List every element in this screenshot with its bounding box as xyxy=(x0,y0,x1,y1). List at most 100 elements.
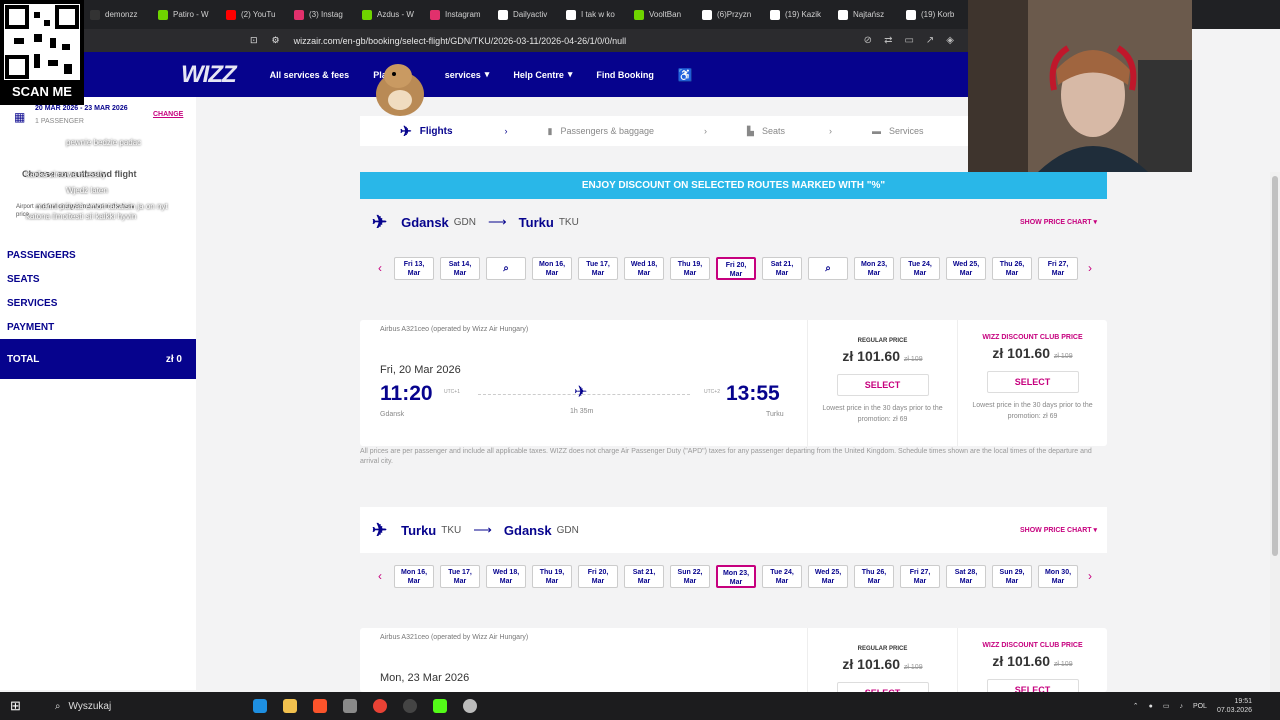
select-regular-button[interactable]: SELECT xyxy=(836,374,929,396)
app-icon[interactable] xyxy=(342,699,357,713)
date-option[interactable]: Thu 26, Mar xyxy=(854,564,894,588)
block-icon[interactable]: ⊘ xyxy=(864,35,872,46)
browser-tab[interactable]: Instagram xyxy=(424,4,490,26)
accessibility-icon[interactable]: ♿ xyxy=(678,68,693,82)
date-option[interactable]: Sat 21, Mar xyxy=(762,256,802,280)
chevron-up-icon[interactable]: ⌃ xyxy=(1133,702,1139,710)
prev-dates-button[interactable]: ‹ xyxy=(370,569,390,583)
date-option[interactable]: Mon 16, Mar xyxy=(394,564,434,588)
browser-tab[interactable]: (19) Korb xyxy=(900,4,966,26)
file-explorer-icon[interactable] xyxy=(282,699,297,713)
price-note: All prices are per passenger and include… xyxy=(360,448,1092,465)
date-option[interactable]: Fri 13, Mar xyxy=(394,256,434,280)
chrome-icon[interactable] xyxy=(372,699,387,713)
scan-me-label: SCAN ME xyxy=(12,84,72,99)
sidebar-passengers-section[interactable]: PASSENGERS xyxy=(7,250,76,261)
search-date-icon[interactable]: ⌕ xyxy=(486,256,526,280)
microphone-icon[interactable]: ● xyxy=(1149,703,1153,710)
date-option[interactable]: Sat 14, Mar xyxy=(440,256,480,280)
wizz-logo[interactable]: WIZZ xyxy=(181,61,237,89)
nav-all-services[interactable]: All services & fees xyxy=(270,70,350,80)
date-option[interactable]: Tue 17, Mar xyxy=(578,256,618,280)
date-option[interactable]: Tue 24, Mar xyxy=(900,256,940,280)
date-option[interactable]: Mon 16, Mar xyxy=(532,256,572,280)
date-option[interactable]: Wed 25, Mar xyxy=(946,256,986,280)
site-settings-icon[interactable]: ⚙ xyxy=(272,35,280,46)
step-flights[interactable]: ✈ Flights xyxy=(400,123,453,140)
nav-help-centre[interactable]: Help Centre ▾ xyxy=(513,69,572,80)
date-option[interactable]: Sat 21, Mar xyxy=(624,564,664,588)
browser-tab[interactable]: (2) YouTu xyxy=(220,4,286,26)
brave-shield-icon[interactable]: ◈ xyxy=(946,35,954,46)
taskbar-search[interactable]: ⌕ Wyszukaj xyxy=(55,695,245,717)
date-option[interactable]: Wed 18, Mar xyxy=(486,564,526,588)
date-option[interactable]: Thu 19, Mar xyxy=(532,564,572,588)
date-option[interactable]: Wed 18, Mar xyxy=(624,256,664,280)
nav-find-booking[interactable]: Find Booking xyxy=(596,70,654,80)
sidebar-services-section[interactable]: SERVICES xyxy=(7,298,57,309)
url-text[interactable]: wizzair.com/en-gb/booking/select-flight/… xyxy=(294,36,627,46)
browser-tab[interactable]: (3) Instag xyxy=(288,4,354,26)
date-option[interactable]: Tue 24, Mar xyxy=(762,564,802,588)
date-option[interactable]: Sun 22, Mar xyxy=(670,564,710,588)
brave-icon[interactable] xyxy=(312,699,327,713)
date-option[interactable]: Tue 17, Mar xyxy=(440,564,480,588)
date-option[interactable]: Fri 20, Mar xyxy=(716,256,756,280)
windows-start-icon[interactable]: ⊞ xyxy=(10,698,21,714)
browser-tab[interactable]: Dailyactiv xyxy=(492,4,558,26)
step-passengers[interactable]: ▮ Passengers & baggage xyxy=(548,126,655,137)
browser-tab[interactable]: (6)Przyzn xyxy=(696,4,762,26)
clock[interactable]: 19:51 07.03.2026 xyxy=(1217,697,1252,715)
app-icon[interactable] xyxy=(462,699,477,713)
next-dates-button[interactable]: › xyxy=(1080,261,1100,275)
date-option[interactable]: Thu 19, Mar xyxy=(670,256,710,280)
share-icon[interactable]: ↗ xyxy=(926,35,934,46)
browser-tab[interactable]: Najtańsz xyxy=(832,4,898,26)
edge-icon[interactable] xyxy=(252,699,267,713)
address-bar[interactable]: ⊡ ⚙ wizzair.com/en-gb/booking/select-fli… xyxy=(0,29,968,52)
browser-tab[interactable]: Patiro - W xyxy=(152,4,218,26)
date-option[interactable]: Sat 28, Mar xyxy=(946,564,986,588)
translate-icon[interactable]: ⇄ xyxy=(884,35,892,46)
date-day: Fri 20, xyxy=(587,568,609,576)
nav-services[interactable]: services ▾ xyxy=(445,69,490,80)
screen-icon[interactable]: ▭ xyxy=(904,35,913,46)
date-option[interactable]: Mon 23, Mar xyxy=(854,256,894,280)
old-price: zł 109 xyxy=(903,664,923,671)
select-club-button[interactable]: SELECT xyxy=(986,371,1079,393)
show-price-chart-link[interactable]: SHOW PRICE CHART ▾ xyxy=(1020,218,1097,226)
step-seats[interactable]: ▙ Seats xyxy=(747,126,785,137)
obs-icon[interactable] xyxy=(402,699,417,713)
select-club-button[interactable]: SELECT xyxy=(986,679,1079,692)
volume-icon[interactable]: ♪ xyxy=(1179,703,1183,710)
date-option[interactable]: Sun 29, Mar xyxy=(992,564,1032,588)
select-regular-button[interactable]: SELECT xyxy=(836,682,929,692)
date-option[interactable]: Mon 30, Mar xyxy=(1038,564,1078,588)
bookmark-icon[interactable]: ⊡ xyxy=(250,35,258,46)
step-services[interactable]: ▬ Services xyxy=(872,126,924,136)
scrollbar[interactable] xyxy=(1270,172,1280,692)
browser-tab[interactable]: (19) Kazik xyxy=(764,4,830,26)
scrollbar-thumb[interactable] xyxy=(1272,176,1278,556)
browser-tab[interactable]: I tak w ko xyxy=(560,4,626,26)
date-option[interactable]: Fri 20, Mar xyxy=(578,564,618,588)
language-indicator[interactable]: POL xyxy=(1193,703,1207,710)
search-date-icon[interactable]: ⌕ xyxy=(808,256,848,280)
date-option[interactable]: Mon 23, Mar xyxy=(716,564,756,588)
change-button[interactable]: CHANGE xyxy=(153,111,183,118)
date-option[interactable]: Thu 26, Mar xyxy=(992,256,1032,280)
prev-dates-button[interactable]: ‹ xyxy=(370,261,390,275)
sidebar-seats-section[interactable]: SEATS xyxy=(7,274,40,285)
browser-tab[interactable]: VooltBan xyxy=(628,4,694,26)
next-dates-button[interactable]: › xyxy=(1080,569,1100,583)
date-option[interactable]: Fri 27, Mar xyxy=(1038,256,1078,280)
kick-icon[interactable] xyxy=(432,699,447,713)
sidebar-payment-section[interactable]: PAYMENT xyxy=(7,322,54,333)
club-price-label: WIZZ DISCOUNT CLUB PRICE xyxy=(982,334,1083,341)
date-option[interactable]: Wed 25, Mar xyxy=(808,564,848,588)
show-price-chart-link[interactable]: SHOW PRICE CHART ▾ xyxy=(1020,526,1097,534)
date-option[interactable]: Fri 27, Mar xyxy=(900,564,940,588)
browser-tab[interactable]: Azdus - W xyxy=(356,4,422,26)
network-icon[interactable]: ▭ xyxy=(1163,702,1170,710)
browser-tab[interactable]: demonzz xyxy=(84,4,150,26)
